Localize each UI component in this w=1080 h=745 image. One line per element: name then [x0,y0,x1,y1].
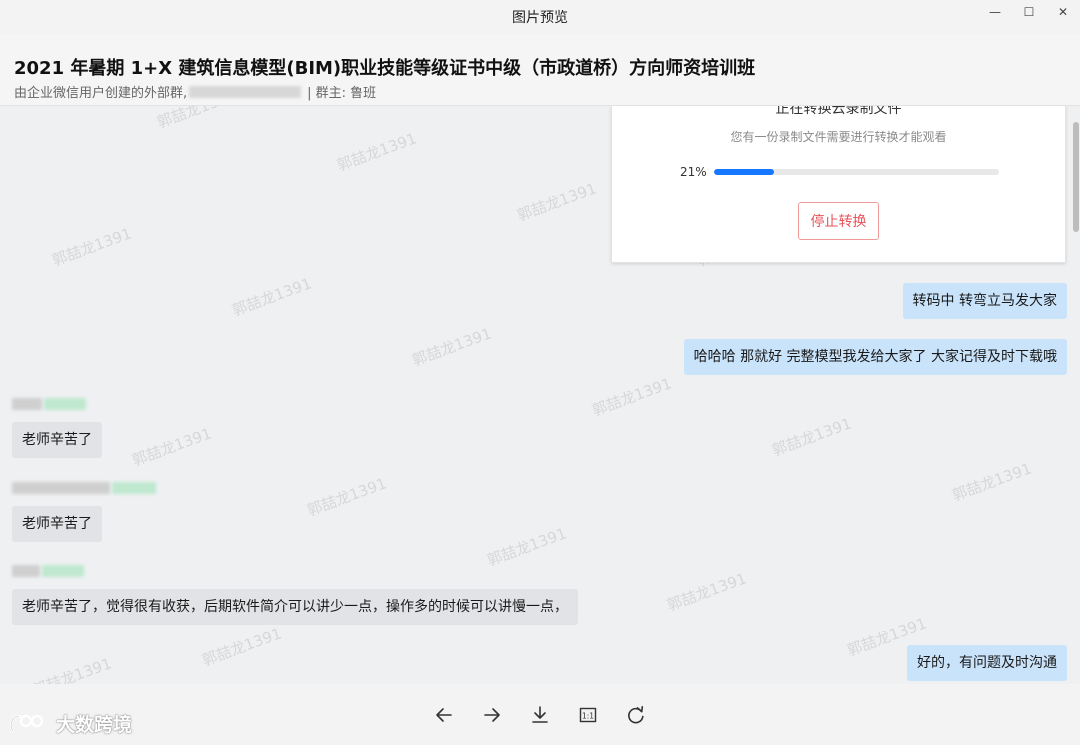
logo-icon [10,714,44,732]
watermark-text: 郭喆龙1391 [664,569,749,615]
progress-label: 21% [680,165,707,179]
download-button[interactable] [516,697,564,733]
watermark-text: 郭喆龙1391 [589,374,674,420]
message-bubble[interactable]: 好的，有问题及时沟通 [907,645,1067,681]
progress-fill [714,169,774,175]
minimize-button[interactable]: — [978,0,1012,24]
brand-logo: 大数跨境 [8,710,132,737]
window-titlebar: 图片预览 — ☐ ✕ [0,0,1080,34]
watermark-text: 郭喆龙1391 [334,129,419,175]
watermark-text: 郭喆龙1391 [29,654,114,684]
watermark-text: 郭喆龙1391 [49,224,134,270]
logo-text: 大数跨境 [56,714,133,736]
card-description: 您有一份录制文件需要进行转换才能观看 [730,130,947,144]
group-subtitle-suffix: | 群主: 鲁班 [307,86,377,101]
rotate-icon [628,705,644,723]
arrow-left-icon [436,707,452,722]
watermark-text: 郭喆龙1391 [154,106,239,132]
group-header: 2021 年暑期 1+X 建筑信息模型(BIM)职业技能等级证书中级（市政道桥）… [0,34,1080,106]
stop-conversion-button[interactable]: 停止转换 [798,202,879,240]
group-title: 2021 年暑期 1+X 建筑信息模型(BIM)职业技能等级证书中级（市政道桥）… [14,58,756,79]
message-bubble[interactable]: 老师辛苦了 [12,506,102,542]
sender-name-redacted [12,481,156,495]
previous-button[interactable] [420,697,468,733]
scrollbar[interactable] [1070,106,1080,684]
maximize-icon: ☐ [1023,5,1035,19]
sender-name-redacted [12,397,86,411]
card-title: 正在转换云录制文件 [775,106,902,117]
watermark-text: 郭喆龙1391 [484,524,569,570]
download-icon [532,705,548,723]
watermark-text: 郭喆龙1391 [769,414,854,460]
arrow-right-icon [484,707,500,722]
actual-size-button[interactable]: 1:1 [564,697,612,733]
minimize-icon: — [989,5,1001,19]
progress-bar [714,169,999,175]
preview-toolbar: 1:1 [0,684,1080,745]
window-title: 图片预览 [512,10,568,26]
message-bubble[interactable]: 转码中 转弯立马发大家 [902,283,1067,319]
watermark-text: 郭喆龙1391 [514,179,599,225]
scrollbar-thumb[interactable] [1073,122,1079,232]
rotate-button[interactable] [612,697,660,733]
watermark-text: 郭喆龙1391 [199,624,284,670]
message-bubble[interactable]: 老师辛苦了，觉得很有收获，后期软件简介可以讲少一点，操作多的时候可以讲慢一点， [12,589,578,625]
message-bubble[interactable]: 哈哈哈 那就好 完整模型我发给大家了 大家记得及时下载哦 [683,339,1067,375]
message-bubble[interactable]: 老师辛苦了 [12,422,102,458]
watermark-text: 郭喆龙1391 [229,274,314,320]
watermark-text: 郭喆龙1391 [129,424,214,470]
image-message[interactable]: 正在转换云录制文件 您有一份录制文件需要进行转换才能观看 21% 停止转换 [611,106,1066,263]
close-button[interactable]: ✕ [1046,0,1080,24]
redacted-text [189,85,302,98]
watermark-text: 郭喆龙1391 [949,459,1034,505]
actual-size-icon: 1:1 [579,707,597,722]
next-button[interactable] [468,697,516,733]
chat-area[interactable]: 郭喆龙1391 郭喆龙1391 郭喆龙1391 郭喆龙1391 郭喆龙1391 郭喆龙13… [0,106,1080,684]
window-controls: — ☐ ✕ [978,0,1080,24]
group-subtitle: 由企业微信用户创建的外部群, | 群主: 鲁班 [14,82,376,101]
watermark-text: 郭喆龙1391 [409,324,494,370]
group-subtitle-prefix: 由企业微信用户创建的外部群, [14,86,188,101]
close-icon: ✕ [1057,5,1069,19]
sender-name-redacted [12,564,84,578]
maximize-button[interactable]: ☐ [1012,0,1046,24]
actual-size-label: 1:1 [582,711,594,720]
watermark-text: 郭喆龙1391 [304,474,389,520]
